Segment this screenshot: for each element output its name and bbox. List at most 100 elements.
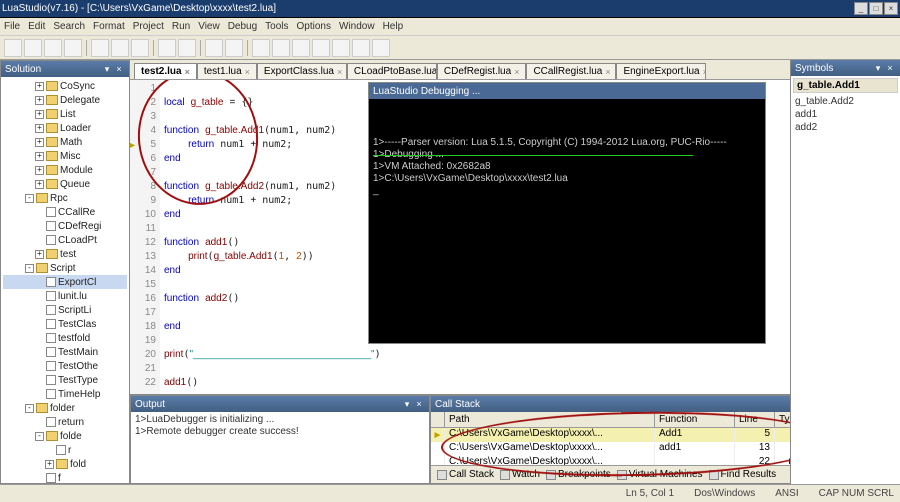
tab-close-icon[interactable]: × — [185, 67, 190, 77]
tree-toggle-icon[interactable]: + — [35, 110, 44, 119]
copy-icon[interactable] — [111, 39, 129, 57]
tree-node[interactable]: +fold — [3, 457, 127, 471]
column-header[interactable]: Path — [445, 412, 655, 427]
menu-help[interactable]: Help — [383, 21, 404, 32]
callstack-row[interactable]: ►C:\Users\VxGame\Desktop\xxxx\...Add15Lu… — [431, 428, 790, 442]
tree-toggle-icon[interactable]: - — [25, 264, 34, 273]
tree-node[interactable]: ExportCl — [3, 275, 127, 289]
step-out-icon[interactable] — [352, 39, 370, 57]
editor-tab[interactable]: test2.lua× — [134, 63, 197, 79]
menu-run[interactable]: Run — [172, 21, 190, 32]
tab-close-icon[interactable]: × — [703, 67, 707, 77]
menu-window[interactable]: Window — [339, 21, 375, 32]
tree-node[interactable]: TimeHelp — [3, 387, 127, 401]
tree-node[interactable]: +Delegate — [3, 93, 127, 107]
breakpoint-icon[interactable] — [372, 39, 390, 57]
editor[interactable]: 12345678910111213141516171819202122 loca… — [130, 80, 790, 394]
menu-debug[interactable]: Debug — [228, 21, 257, 32]
symbol-header[interactable]: g_table.Add1 — [793, 78, 898, 93]
tab-close-icon[interactable]: × — [337, 67, 342, 77]
symbols-list[interactable]: g_table.Add1 g_table.Add2add1add2 — [791, 76, 900, 484]
pin-icon[interactable]: ▾ — [101, 63, 113, 75]
open-icon[interactable] — [24, 39, 42, 57]
tree-node[interactable]: +Module — [3, 163, 127, 177]
tree-node[interactable]: CLoadPt — [3, 233, 127, 247]
tree-node[interactable]: return — [3, 415, 127, 429]
pin-icon[interactable]: ▾ — [787, 398, 790, 410]
pin-icon[interactable]: ▾ — [872, 62, 884, 74]
symbol-item[interactable]: g_table.Add2 — [793, 95, 898, 108]
menu-view[interactable]: View — [198, 21, 220, 32]
editor-tab[interactable]: CCallRegist.lua× — [526, 63, 616, 79]
tree-node[interactable]: testfold — [3, 331, 127, 345]
paste-icon[interactable] — [131, 39, 149, 57]
panel-close-icon[interactable]: × — [884, 62, 896, 74]
tree-toggle-icon[interactable]: - — [25, 194, 34, 203]
new-file-icon[interactable] — [4, 39, 22, 57]
column-header[interactable] — [431, 412, 445, 427]
tab-close-icon[interactable]: × — [245, 67, 250, 77]
menu-options[interactable]: Options — [297, 21, 331, 32]
callstack-body[interactable]: ►C:\Users\VxGame\Desktop\xxxx\...Add15Lu… — [431, 428, 790, 465]
save-icon[interactable] — [44, 39, 62, 57]
tab-close-icon[interactable]: × — [605, 67, 610, 77]
tree-node[interactable]: +Loader — [3, 121, 127, 135]
redo-icon[interactable] — [178, 39, 196, 57]
tree-node[interactable]: CDefRegi — [3, 219, 127, 233]
step-into-icon[interactable] — [332, 39, 350, 57]
tree-node[interactable]: -folder — [3, 401, 127, 415]
debug-icon[interactable] — [272, 39, 290, 57]
menu-edit[interactable]: Edit — [28, 21, 45, 32]
tab-close-icon[interactable]: × — [514, 67, 519, 77]
callstack-row[interactable]: C:\Users\VxGame\Desktop\xxxx\...22main — [431, 456, 790, 465]
tree-node[interactable]: -Script — [3, 261, 127, 275]
step-over-icon[interactable] — [312, 39, 330, 57]
save-all-icon[interactable] — [64, 39, 82, 57]
undo-icon[interactable] — [158, 39, 176, 57]
bottom-tab[interactable]: Find Results — [709, 469, 777, 480]
tree-node[interactable]: TestType — [3, 373, 127, 387]
tree-node[interactable]: r — [3, 443, 127, 457]
solution-tree[interactable]: +CoSync+Delegate+List+Loader+Math+Misc+M… — [1, 77, 129, 483]
line-gutter[interactable]: 12345678910111213141516171819202122 — [130, 80, 160, 394]
column-header[interactable]: Type — [775, 412, 790, 427]
menu-file[interactable]: File — [4, 21, 20, 32]
symbol-item[interactable]: add1 — [793, 108, 898, 121]
close-button[interactable]: × — [884, 2, 898, 15]
pin-icon[interactable]: ▾ — [401, 398, 413, 410]
stop-icon[interactable] — [292, 39, 310, 57]
tree-toggle-icon[interactable]: + — [45, 460, 54, 469]
tree-node[interactable]: CCallRe — [3, 205, 127, 219]
bottom-tab[interactable]: Call Stack — [437, 469, 494, 480]
run-icon[interactable] — [252, 39, 270, 57]
menu-format[interactable]: Format — [93, 21, 125, 32]
tree-toggle-icon[interactable]: + — [35, 124, 44, 133]
find-icon[interactable] — [205, 39, 223, 57]
tree-node[interactable]: +test — [3, 247, 127, 261]
tree-node[interactable]: +Queue — [3, 177, 127, 191]
tree-node[interactable]: +Misc — [3, 149, 127, 163]
tree-node[interactable]: TestOthe — [3, 359, 127, 373]
editor-tab[interactable]: CDefRegist.lua× — [437, 63, 527, 79]
tree-node[interactable]: lunit.lu — [3, 289, 127, 303]
bottom-tab[interactable]: Breakpoints — [546, 469, 611, 480]
tree-node[interactable]: +CoSync — [3, 79, 127, 93]
symbol-item[interactable]: add2 — [793, 121, 898, 134]
tree-node[interactable]: -folde — [3, 429, 127, 443]
minimize-button[interactable]: _ — [854, 2, 868, 15]
editor-tab[interactable]: EngineExport.lua× — [616, 63, 706, 79]
tree-toggle-icon[interactable]: - — [35, 432, 44, 441]
cut-icon[interactable] — [91, 39, 109, 57]
editor-tab[interactable]: test1.lua× — [197, 63, 257, 79]
bottom-tab[interactable]: Virtual Machines — [617, 469, 703, 480]
callstack-row[interactable]: C:\Users\VxGame\Desktop\xxxx\...add113Lu… — [431, 442, 790, 456]
tree-node[interactable]: +Math — [3, 135, 127, 149]
panel-close-icon[interactable]: × — [113, 63, 125, 75]
tree-toggle-icon[interactable]: + — [35, 250, 44, 259]
tree-toggle-icon[interactable]: + — [35, 138, 44, 147]
column-header[interactable]: Function — [655, 412, 735, 427]
tree-node[interactable]: TestClas — [3, 317, 127, 331]
panel-close-icon[interactable]: × — [413, 398, 425, 410]
debug-console[interactable]: LuaStudio Debugging ... 1>-----Parser ve… — [368, 82, 766, 344]
tree-node[interactable]: f — [3, 471, 127, 483]
